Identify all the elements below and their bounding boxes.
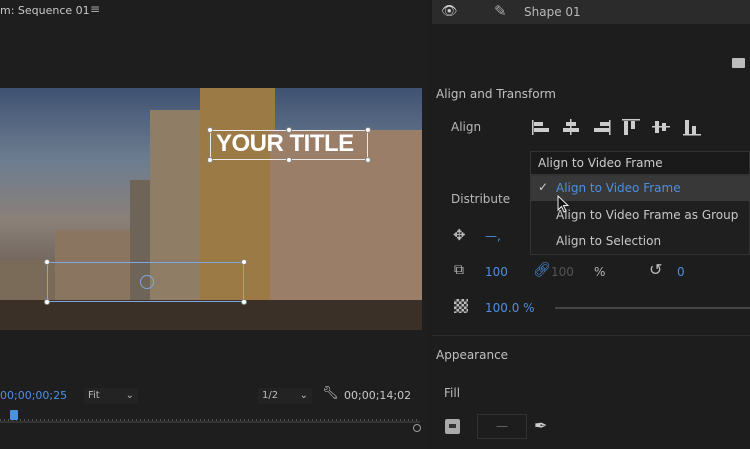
hamburger-icon[interactable]: ≡ [90,2,100,16]
opacity-slider[interactable] [555,307,750,309]
checkmark-icon: ✓ [538,180,549,194]
align-transform-heading: Align and Transform [436,87,556,101]
chevron-down-icon: ⌄ [125,390,134,401]
align-label: Align [451,120,482,134]
align-bottom-icon[interactable] [682,118,702,136]
rotation-value[interactable]: 0 [677,265,685,279]
playhead[interactable] [10,410,18,420]
fill-checkbox[interactable] [445,419,460,434]
align-right-icon[interactable] [592,118,612,136]
align-top-icon[interactable] [621,118,641,136]
end-marker[interactable] [413,424,421,432]
mouse-cursor-icon [557,195,570,213]
wrench-icon[interactable]: 🔧︎ [322,386,339,401]
duration-timecode: 00;00;14;02 [344,389,412,402]
divider [432,335,750,336]
move-icon: ✥ [453,226,466,244]
resolution-select[interactable]: 1/2 ⌄ [258,388,312,404]
distribute-label: Distribute [451,192,511,206]
link-icon[interactable]: 🔗︎ [533,262,551,278]
menu-item-label: Align to Selection [556,234,662,248]
fill-color-swatch[interactable]: — [477,414,527,439]
eyedropper-icon[interactable]: ✒︎ [534,416,547,435]
pen-icon: ✎ [494,2,507,20]
folder-icon[interactable] [732,58,745,68]
eye-icon[interactable]: 👁︎ [441,4,458,19]
anchor-point-icon[interactable] [140,275,154,289]
menu-item-label: Align to Video Frame as Group [556,208,739,222]
layer-name[interactable]: Shape 01 [524,5,581,19]
align-to-menu: ✓ Align to Video Frame Align to Video Fra… [530,175,750,255]
align-left-icon[interactable] [531,118,551,136]
menu-item-align-to-selection[interactable]: Align to Selection [531,229,750,254]
zoom-value: Fit [88,390,100,401]
menu-item-label: Align to Video Frame [556,181,681,195]
zoom-select[interactable]: Fit ⌄ [84,388,138,404]
opacity-value[interactable]: 100.0 % [485,301,535,315]
appearance-heading: Appearance [436,348,509,362]
align-center-vertical-icon[interactable] [651,118,671,136]
current-timecode[interactable]: 00;00;00;25 [0,389,67,402]
scale-height-value[interactable]: 100 [551,265,574,279]
percent-unit: % [594,265,606,279]
rotation-icon: ↺ [649,260,663,279]
opacity-icon [454,299,468,313]
timeline-ruler[interactable] [0,413,420,423]
align-center-horizontal-icon[interactable] [561,118,581,136]
monitor-title: m: Sequence 01 [0,4,90,17]
align-to-dropdown[interactable]: Align to Video Frame [530,151,750,175]
scale-value[interactable]: 100 [485,265,508,279]
position-value[interactable]: —, [485,229,501,243]
title-text[interactable]: YOUR TITLE [216,130,354,158]
shape-bounding-box[interactable] [44,259,247,305]
scale-icon: ⧉ [454,262,464,278]
fill-label: Fill [444,386,461,400]
resolution-value: 1/2 [262,390,279,401]
layer-row[interactable] [432,0,750,24]
chevron-down-icon: ⌄ [299,390,308,401]
